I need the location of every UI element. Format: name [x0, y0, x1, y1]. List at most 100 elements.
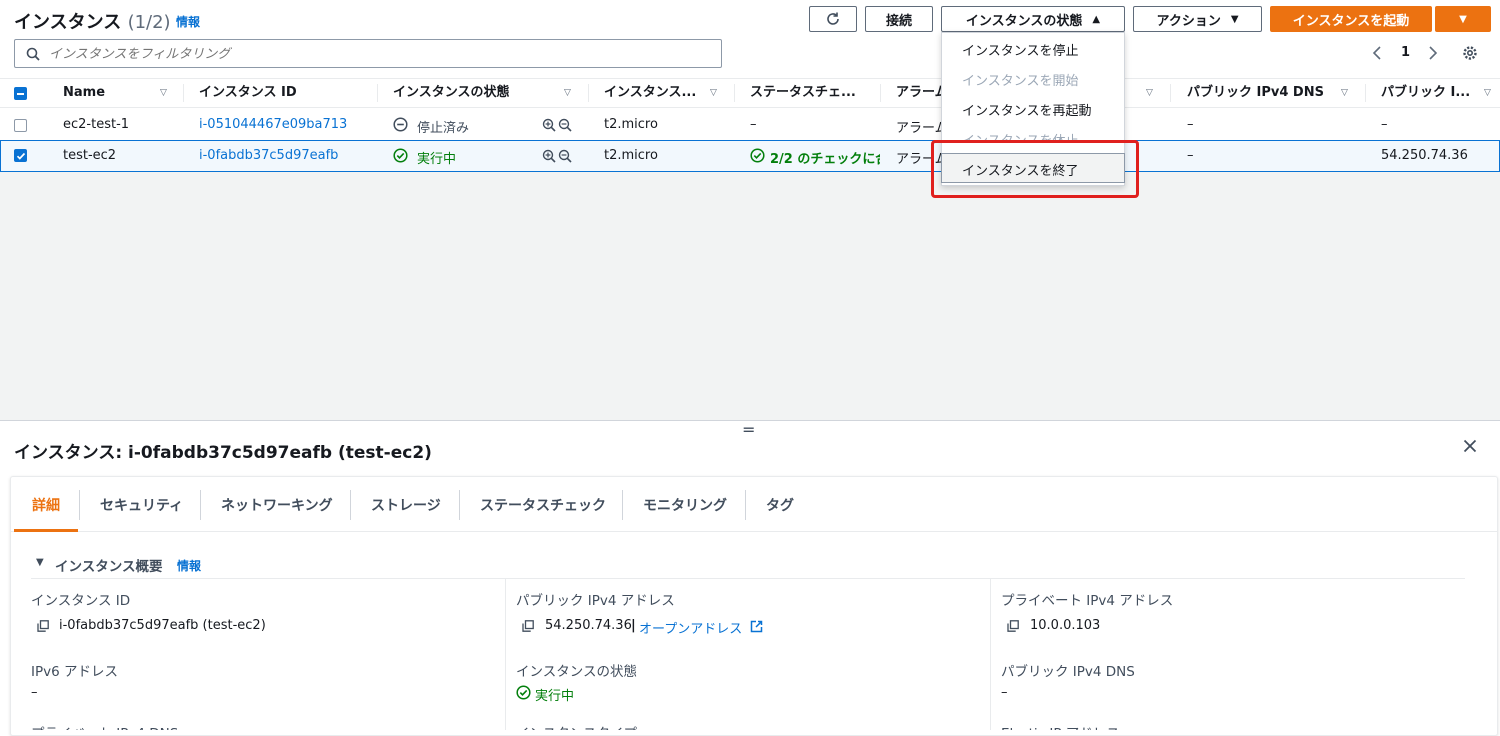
column-divider[interactable] — [377, 84, 378, 102]
column-divider[interactable] — [1170, 84, 1171, 102]
open-address-link[interactable]: オープンアドレス — [639, 618, 742, 637]
gear-icon[interactable] — [1462, 45, 1478, 61]
private-dns-label: プライベート IPv4 DNS — [31, 722, 178, 730]
filter-input-wrapper[interactable] — [14, 39, 722, 68]
resize-handle-icon[interactable]: = — [742, 420, 755, 439]
public-ip: 54.250.74.36 — [1381, 148, 1468, 163]
zoom-out-icon[interactable] — [558, 149, 572, 163]
column-divider[interactable] — [1365, 84, 1366, 102]
collapse-caret-icon[interactable]: ▼ — [36, 557, 44, 568]
instance-state-button[interactable]: インスタンスの状態 ▲ — [941, 6, 1125, 32]
success-check-icon — [393, 148, 408, 163]
tab-networking[interactable]: ネットワーキング — [221, 495, 333, 515]
tab-details[interactable]: 詳細 — [32, 495, 60, 515]
zoom-out-icon[interactable] — [558, 118, 572, 132]
tab-divider — [459, 490, 460, 520]
public-ip: – — [1381, 117, 1388, 132]
sort-icon[interactable]: ▽ — [1341, 88, 1348, 98]
info-link[interactable]: 情報 — [176, 13, 200, 30]
public-dns: – — [1187, 148, 1194, 163]
section-title[interactable]: インスタンス概要 — [55, 555, 162, 575]
state-label: インスタンスの状態 — [516, 664, 637, 680]
instance-id-link[interactable]: i-0fabdb37c5d97eafb — [199, 148, 338, 163]
zoom-in-icon[interactable] — [542, 118, 556, 132]
tab-divider — [79, 490, 80, 520]
sort-icon[interactable]: ▽ — [1146, 88, 1153, 98]
close-icon[interactable] — [1463, 439, 1477, 453]
column-header-instance-state[interactable]: インスタンスの状態 — [393, 78, 509, 108]
tab-divider — [745, 490, 746, 520]
tab-storage[interactable]: ストレージ — [371, 495, 441, 515]
public-dns-label: パブリック IPv4 DNS — [1001, 664, 1135, 680]
caret-down-icon: ▼ — [1230, 13, 1239, 25]
column-header-public-ip[interactable]: パブリック I... — [1381, 78, 1470, 108]
menu-item-reboot[interactable]: インスタンスを再起動 — [962, 100, 1091, 119]
column-header-alarm[interactable]: アラーム — [896, 78, 948, 108]
column-header-name[interactable]: Name — [63, 78, 105, 108]
instance-type: t2.micro — [604, 148, 658, 163]
instance-type-label: インスタンスタイプ — [516, 722, 637, 730]
instance-id-link[interactable]: i-051044467e09ba713 — [199, 117, 347, 132]
selection-count: (1/2) — [127, 12, 171, 33]
launch-instance-button[interactable]: インスタンスを起動 — [1270, 6, 1432, 32]
select-all-checkbox[interactable] — [14, 87, 27, 100]
connect-label: 接続 — [885, 13, 912, 29]
column-divider[interactable] — [588, 84, 589, 102]
highlight-box — [931, 140, 1139, 198]
page-number[interactable]: 1 — [1401, 45, 1410, 60]
column-divider[interactable] — [734, 84, 735, 102]
stopped-icon — [393, 117, 408, 132]
sort-icon[interactable]: ▽ — [160, 88, 167, 98]
chevron-right-icon[interactable] — [1428, 46, 1438, 60]
column-header-status-check[interactable]: ステータスチェ... — [750, 78, 856, 108]
row-checkbox[interactable] — [14, 149, 27, 162]
sort-icon[interactable]: ▽ — [710, 88, 717, 98]
tab-tags[interactable]: タグ — [766, 495, 794, 515]
tab-divider — [200, 490, 201, 520]
column-header-public-dns[interactable]: パブリック IPv4 DNS — [1187, 78, 1324, 108]
value-separator: | — [631, 618, 636, 633]
column-divider[interactable] — [880, 84, 881, 102]
actions-button[interactable]: アクション ▼ — [1133, 6, 1262, 32]
clip-row: インスタンスタイプ — [516, 722, 716, 730]
instance-name: ec2-test-1 — [63, 117, 130, 132]
tab-status-checks[interactable]: ステータスチェック — [480, 495, 606, 515]
elastic-ip-label: Elastic IP アドレス — [1001, 722, 1120, 730]
tab-security[interactable]: セキュリティ — [100, 495, 183, 515]
clip-row: Elastic IP アドレス — [1001, 722, 1201, 730]
table-empty-area — [0, 172, 1500, 420]
private-ipv4-label: プライベート IPv4 アドレス — [1001, 593, 1174, 609]
search-icon — [26, 47, 40, 61]
refresh-button[interactable] — [809, 6, 857, 32]
launch-dropdown-button[interactable]: ▼ — [1435, 6, 1491, 32]
public-ipv4-value: 54.250.74.36 — [545, 618, 632, 633]
external-link-icon[interactable] — [750, 620, 763, 633]
status-check: 2/2 のチェックに合格しました — [770, 152, 880, 166]
actions-label: アクション — [1156, 13, 1221, 29]
column-header-instance-type[interactable]: インスタンス... — [604, 78, 696, 108]
copy-icon[interactable] — [522, 620, 534, 632]
clip-row: プライベート IPv4 DNS — [31, 722, 231, 730]
menu-item-stop[interactable]: インスタンスを停止 — [962, 40, 1078, 59]
connect-button[interactable]: 接続 — [865, 6, 933, 32]
copy-icon[interactable] — [1007, 620, 1019, 632]
sort-icon[interactable]: ▽ — [564, 88, 571, 98]
column-divider[interactable] — [183, 84, 184, 102]
instance-id-label: インスタンス ID — [31, 593, 131, 609]
chevron-left-icon[interactable] — [1372, 46, 1382, 60]
filter-input[interactable] — [47, 44, 711, 65]
caret-up-icon: ▲ — [1092, 13, 1101, 25]
refresh-icon — [827, 12, 839, 25]
copy-icon[interactable] — [37, 620, 49, 632]
active-tab-indicator — [14, 529, 78, 532]
detail-title: インスタンス: i-0fabdb37c5d97eafb (test-ec2) — [14, 443, 432, 463]
column-header-instance-id[interactable]: インスタンス ID — [199, 78, 297, 108]
tab-monitoring[interactable]: モニタリング — [643, 495, 727, 515]
section-info-link[interactable]: 情報 — [177, 557, 201, 574]
caret-down-icon: ▼ — [1459, 13, 1467, 25]
zoom-in-icon[interactable] — [542, 149, 556, 163]
launch-instance-label: インスタンスを起動 — [1292, 13, 1410, 29]
row-checkbox[interactable] — [14, 119, 27, 132]
public-dns-value: – — [1001, 685, 1008, 700]
sort-icon[interactable]: ▽ — [1484, 88, 1491, 98]
